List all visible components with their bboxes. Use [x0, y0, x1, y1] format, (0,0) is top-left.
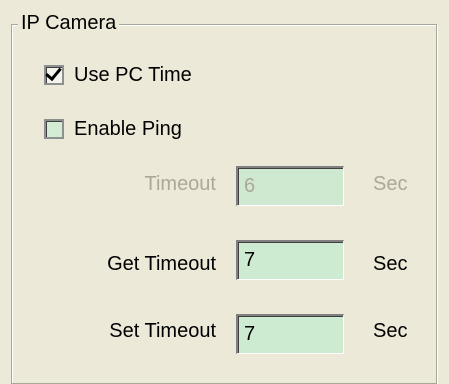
set-timeout-unit: Sec	[373, 320, 408, 342]
get-timeout-field[interactable]	[236, 240, 344, 280]
set-timeout-field[interactable]	[236, 314, 344, 354]
use-pc-time-label[interactable]: Use PC Time	[74, 64, 192, 87]
timeout-field[interactable]	[236, 166, 344, 206]
enable-ping-checkbox-row[interactable]: Enable Ping	[44, 117, 182, 141]
set-timeout-label: Set Timeout	[109, 320, 216, 342]
get-timeout-label: Get Timeout	[107, 253, 216, 275]
enable-ping-label[interactable]: Enable Ping	[74, 118, 182, 141]
checkmark-icon	[45, 63, 62, 82]
use-pc-time-checkbox-row[interactable]: Use PC Time	[44, 63, 192, 87]
use-pc-time-checkbox[interactable]	[44, 63, 64, 85]
get-timeout-unit: Sec	[373, 253, 408, 275]
timeout-label: Timeout	[144, 173, 216, 195]
enable-ping-checkbox[interactable]	[44, 119, 64, 139]
timeout-unit: Sec	[373, 173, 408, 195]
groupbox-title: IP Camera	[18, 10, 120, 36]
